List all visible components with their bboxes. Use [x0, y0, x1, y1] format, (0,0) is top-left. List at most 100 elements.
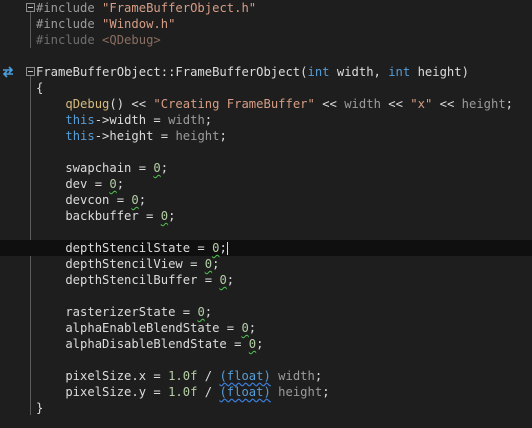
code-line[interactable]: backbuffer = 0;: [0, 208, 532, 224]
code-line[interactable]: [0, 144, 532, 160]
code-token: ;: [219, 129, 227, 143]
code-token: ;: [505, 97, 514, 111]
code-line-content: pixelSize.x = 1.0f / (float) width;: [36, 368, 322, 384]
code-token: {: [36, 81, 44, 95]
code-line[interactable]: #include <QDebug>: [0, 32, 532, 48]
code-token: 0: [197, 305, 205, 319]
code-line-content: #include "FrameBufferObject.h": [36, 0, 256, 16]
code-token: <<: [314, 97, 345, 111]
code-token: ;: [219, 241, 227, 255]
code-line[interactable]: [0, 288, 532, 304]
code-line[interactable]: depthStencilView = 0;: [0, 256, 532, 272]
code-token: (float): [219, 385, 271, 399]
code-line[interactable]: rasterizerState = 0;: [0, 304, 532, 320]
code-token: 0: [219, 273, 227, 287]
code-line[interactable]: depthStencilBuffer = 0;: [0, 272, 532, 288]
code-token: 1.0f: [168, 385, 198, 399]
code-line[interactable]: [0, 352, 532, 368]
code-token: <<: [432, 97, 462, 111]
code-line[interactable]: }: [0, 400, 532, 416]
code-line-content: dev = 0;: [36, 176, 124, 192]
code-line-content: depthStencilState = 0;: [36, 240, 228, 256]
code-token: /: [197, 369, 220, 383]
code-line[interactable]: devcon = 0;: [0, 192, 532, 208]
code-line-content: alphaDisableBlendState = 0;: [36, 336, 263, 352]
code-line[interactable]: alphaDisableBlendState = 0;: [0, 336, 532, 352]
code-line-content: pixelSize.y = 1.0f / (float) height;: [36, 384, 330, 400]
code-line-content: swapchain = 0;: [36, 160, 168, 176]
code-token: ;: [204, 305, 213, 319]
code-line[interactable]: #include "Window.h": [0, 16, 532, 32]
code-token: "Creating FrameBuffer": [153, 97, 315, 111]
code-line[interactable]: [0, 48, 532, 64]
code-token: rasterizerState =: [36, 305, 198, 319]
code-token: "FrameBufferObject.h": [102, 1, 257, 15]
code-line[interactable]: FrameBufferObject::FrameBufferObject(int…: [0, 64, 532, 80]
code-token: }: [36, 401, 44, 415]
swap-icon[interactable]: [1, 65, 15, 79]
code-token: width: [344, 97, 381, 111]
code-token: ;: [226, 273, 235, 287]
code-token: 0: [131, 193, 139, 207]
code-token: FrameBufferObject::FrameBufferObject(: [36, 65, 308, 79]
code-line-content: backbuffer = 0;: [36, 208, 175, 224]
code-line[interactable]: #include "FrameBufferObject.h": [0, 0, 532, 16]
code-line[interactable]: depthStencilState = 0;: [0, 240, 532, 256]
code-token: qDebug: [65, 97, 110, 111]
code-editor[interactable]: #include "FrameBufferObject.h" #include "…: [0, 0, 532, 428]
code-token: ;: [160, 161, 169, 175]
code-token: ;: [322, 385, 330, 399]
code-line[interactable]: swapchain = 0;: [0, 160, 532, 176]
code-line[interactable]: pixelSize.x = 1.0f / (float) width;: [0, 368, 532, 384]
code-token: swapchain =: [36, 161, 154, 175]
code-token: <<: [380, 97, 411, 111]
code-line-content: this->width = width;: [36, 112, 212, 128]
code-token: ;: [256, 337, 264, 351]
code-token: 1.0f: [168, 369, 198, 383]
code-line[interactable]: this->height = height;: [0, 128, 532, 144]
code-token: height): [410, 65, 469, 79]
code-token: 0: [160, 209, 169, 223]
code-token: ;: [204, 113, 213, 127]
code-token: 0: [153, 161, 161, 175]
code-token: ;: [212, 257, 220, 271]
code-line[interactable]: {: [0, 80, 532, 96]
code-token: devcon =: [36, 193, 132, 207]
code-line-content: {: [36, 80, 43, 96]
code-token: width,: [329, 65, 389, 79]
code-token: dev =: [36, 177, 110, 191]
code-token: height: [175, 129, 220, 143]
code-line[interactable]: pixelSize.y = 1.0f / (float) height;: [0, 384, 532, 400]
code-line-content: devcon = 0;: [36, 192, 146, 208]
code-token: this: [65, 113, 95, 127]
code-line-content: depthStencilBuffer = 0;: [36, 272, 234, 288]
code-line[interactable]: dev = 0;: [0, 176, 532, 192]
code-token: alphaDisableBlendState =: [36, 337, 249, 351]
code-token: depthStencilView =: [36, 257, 205, 271]
code-line-content: FrameBufferObject::FrameBufferObject(int…: [36, 64, 469, 80]
code-token: width: [168, 113, 205, 127]
code-token: ;: [168, 209, 176, 223]
code-line[interactable]: alphaEnableBlendState = 0;: [0, 320, 532, 336]
code-line-content: this->height = height;: [36, 128, 227, 144]
code-line[interactable]: qDebug() << "Creating FrameBuffer" << wi…: [0, 96, 532, 112]
code-token: backbuffer =: [36, 209, 161, 223]
collapse-toggle-icon[interactable]: [26, 3, 35, 12]
code-token: alphaEnableBlendState =: [36, 321, 242, 335]
code-line-content: depthStencilView = 0;: [36, 256, 219, 272]
code-line-content: #include "Window.h": [36, 16, 175, 32]
code-token: height: [278, 385, 323, 399]
collapse-toggle-icon[interactable]: [26, 67, 35, 76]
code-token: "x": [410, 97, 433, 111]
code-line-content: alphaEnableBlendState = 0;: [36, 320, 256, 336]
code-line-content: rasterizerState = 0;: [36, 304, 212, 320]
code-line[interactable]: [0, 224, 532, 240]
code-token: ;: [248, 321, 257, 335]
code-line[interactable]: this->width = width;: [0, 112, 532, 128]
code-token: ;: [138, 193, 147, 207]
code-token: () <<: [109, 97, 154, 111]
code-token: this: [65, 129, 95, 143]
